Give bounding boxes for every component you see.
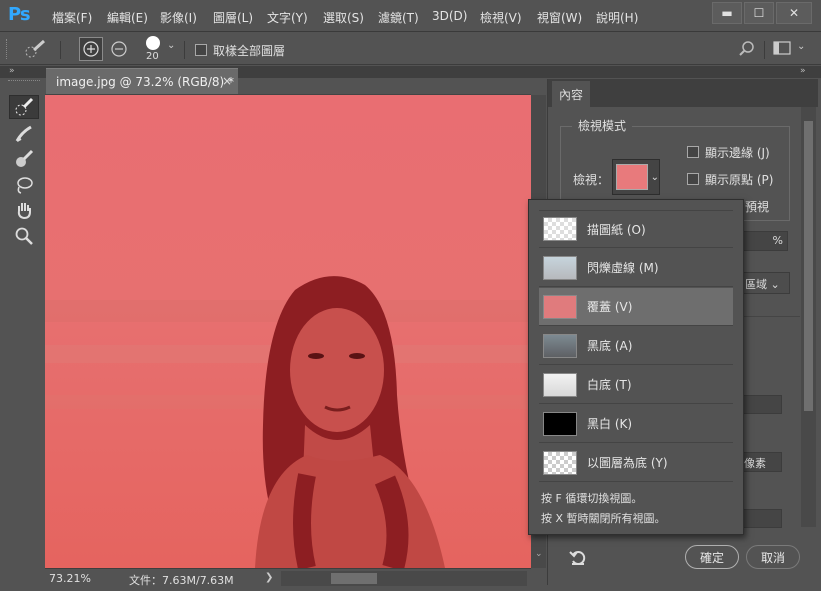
chevron-down-icon[interactable]: ⌄ — [167, 40, 175, 51]
menu-file[interactable]: 檔案(F) — [52, 9, 92, 26]
sample-all-layers-label: 取樣全部圖層 — [213, 44, 286, 58]
cancel-button[interactable]: 取消 — [746, 545, 800, 569]
menu-filter[interactable]: 濾鏡(T) — [378, 9, 419, 26]
view-option-on-white[interactable]: 白底 (T) — [539, 366, 733, 404]
dropdown-hint: 按 F 循環切換視圖。 — [541, 492, 643, 505]
collapse-icon[interactable]: » — [800, 66, 806, 76]
options-bar: 20 ⌄ 取樣全部圖層 ⌄ — [0, 33, 821, 65]
scrollbar-thumb[interactable] — [804, 121, 813, 411]
scrollbar-thumb[interactable] — [331, 573, 377, 584]
view-option-on-black[interactable]: 黑底 (A) — [539, 327, 733, 365]
sample-all-layers-checkbox[interactable] — [195, 44, 207, 56]
panel-scrollbar[interactable] — [801, 107, 816, 527]
minimize-button[interactable]: ▬ — [712, 2, 742, 24]
maximize-button[interactable]: ☐ — [744, 2, 774, 24]
status-menu-icon[interactable]: ❯ — [265, 572, 273, 583]
view-label: 檢視： — [573, 173, 610, 187]
marching-ants-thumb — [543, 255, 577, 280]
view-thumbnail — [616, 164, 648, 190]
menu-layer[interactable]: 圖層(L) — [213, 9, 253, 26]
hand-tool-icon[interactable] — [9, 198, 39, 222]
percent-field[interactable]: % — [740, 231, 788, 251]
brush-size-value: 20 — [146, 51, 159, 62]
show-edge-checkbox[interactable] — [687, 146, 699, 158]
menu-bar: Ps 檔案(F) 編輯(E) 影像(I) 圖層(L) 文字(Y) 選取(S) 濾… — [0, 0, 821, 32]
view-option-onion-skin[interactable]: 描圖紙 (O) — [539, 210, 733, 248]
view-option-on-layers[interactable]: 以圖層為底 (Y) — [539, 444, 733, 482]
add-to-selection-icon[interactable] — [79, 37, 103, 61]
menu-select[interactable]: 選取(S) — [323, 9, 364, 26]
menu-view[interactable]: 檢視(V) — [480, 9, 522, 26]
close-button[interactable]: ✕ — [776, 2, 812, 24]
subtract-from-selection-icon[interactable] — [108, 38, 130, 60]
view-mode-title: 檢視模式 — [572, 117, 633, 134]
expand-icon[interactable]: » — [9, 66, 15, 76]
search-icon[interactable] — [738, 40, 756, 61]
view-option-black-white[interactable]: 黑白 (K) — [539, 405, 733, 443]
brush-tip-icon[interactable] — [146, 36, 160, 50]
status-bar: 73.21% 文件：7.63M/7.63M ❯ — [45, 568, 531, 589]
menu-window[interactable]: 視窗(W) — [537, 9, 582, 26]
chevron-down-icon[interactable]: ⌄ — [797, 41, 805, 52]
document-tab-title: image.jpg @ 73.2% (RGB/8) * — [56, 75, 235, 89]
show-original-label: 顯示原點 (P) — [705, 173, 774, 187]
image-canvas[interactable] — [45, 95, 531, 568]
view-mode-picker[interactable]: ⌄ — [612, 159, 660, 195]
ok-button[interactable]: 確定 — [685, 545, 739, 569]
onion-skin-thumb — [543, 217, 577, 241]
canvas-horizontal-scrollbar[interactable] — [281, 571, 527, 586]
refine-radius-tool-icon[interactable] — [9, 122, 39, 146]
overlay-thumb — [543, 294, 577, 319]
view-option-marching-ants[interactable]: 閃爍虛線 (M) — [539, 249, 733, 287]
menu-3d[interactable]: 3D(D) — [432, 9, 467, 23]
value-field[interactable] — [740, 395, 782, 414]
show-original-checkbox[interactable] — [687, 173, 699, 185]
dropdown-hint: 按 X 暫時關閉所有視圖。 — [541, 512, 666, 525]
menu-help[interactable]: 說明(H) — [596, 9, 638, 26]
on-black-thumb — [543, 333, 577, 358]
output-select[interactable]: 區域 ⌄ — [740, 272, 790, 294]
reset-icon[interactable] — [568, 547, 588, 570]
chevron-down-icon[interactable]: ⌄ — [535, 549, 543, 559]
overlay-preview-image — [45, 95, 531, 568]
toolbar — [6, 80, 42, 560]
grip-icon — [6, 39, 8, 59]
on-layers-thumb — [543, 450, 577, 475]
preview-label: 預視 — [745, 200, 770, 214]
close-icon[interactable]: × — [222, 74, 232, 88]
lasso-tool-icon[interactable] — [9, 173, 39, 197]
pixel-field[interactable]: 像素 — [740, 452, 782, 472]
black-white-thumb — [543, 411, 577, 436]
view-option-overlay[interactable]: 覆蓋 (V) — [539, 288, 733, 326]
document-size: 文件：7.63M/7.63M — [129, 574, 234, 587]
menu-type[interactable]: 文字(Y) — [267, 9, 308, 26]
value-field[interactable] — [740, 509, 782, 528]
workspace-icon[interactable] — [773, 40, 791, 59]
zoom-tool-icon[interactable] — [9, 224, 39, 248]
show-edge-label: 顯示邊緣 (J) — [705, 146, 770, 160]
on-white-thumb — [543, 372, 577, 397]
photoshop-logo: Ps — [8, 4, 31, 25]
tab-properties[interactable]: 內容 — [552, 81, 590, 107]
quick-select-preset-icon[interactable] — [22, 38, 52, 60]
quick-selection-tool-icon[interactable] — [9, 95, 39, 119]
menu-image[interactable]: 影像(I) — [160, 9, 197, 26]
chevron-down-icon[interactable]: ⌄ — [651, 172, 659, 183]
brush-tool-icon[interactable] — [9, 147, 39, 171]
zoom-level[interactable]: 73.21% — [49, 572, 91, 585]
menu-edit[interactable]: 編輯(E) — [107, 9, 148, 26]
view-mode-dropdown: 描圖紙 (O) 閃爍虛線 (M) 覆蓋 (V) 黑底 (A) 白底 (T) 黑白… — [528, 199, 744, 535]
document-tab[interactable]: image.jpg @ 73.2% (RGB/8) * × — [46, 68, 238, 95]
